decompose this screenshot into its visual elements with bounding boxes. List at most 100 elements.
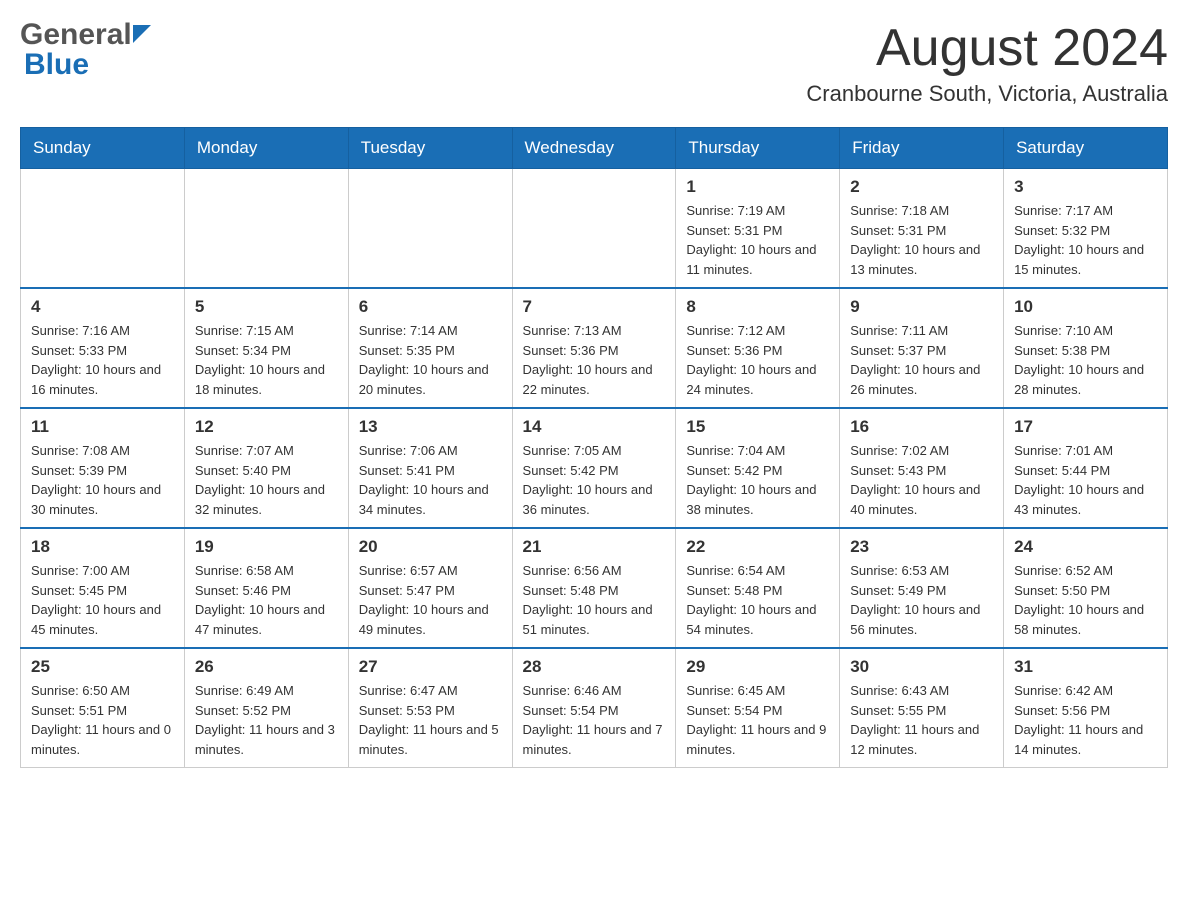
- day-number: 12: [195, 417, 338, 437]
- day-info: Sunrise: 7:11 AM Sunset: 5:37 PM Dayligh…: [850, 321, 993, 399]
- day-number: 4: [31, 297, 174, 317]
- day-number: 1: [686, 177, 829, 197]
- table-row: 29 Sunrise: 6:45 AM Sunset: 5:54 PM Dayli…: [676, 648, 840, 768]
- day-info: Sunrise: 7:15 AM Sunset: 5:34 PM Dayligh…: [195, 321, 338, 399]
- header-wednesday: Wednesday: [512, 128, 676, 169]
- day-number: 15: [686, 417, 829, 437]
- table-row: 11Sunrise: 7:08 AM Sunset: 5:39 PM Dayli…: [21, 408, 185, 528]
- day-number: 16: [850, 417, 993, 437]
- day-number: 22: [686, 537, 829, 557]
- calendar-week-row: 11Sunrise: 7:08 AM Sunset: 5:39 PM Dayli…: [21, 408, 1168, 528]
- day-number: 7: [523, 297, 666, 317]
- table-row: 3 Sunrise: 7:17 AM Sunset: 5:32 PM Daylig…: [1004, 169, 1168, 289]
- day-number: 31: [1014, 657, 1157, 677]
- table-row: 8 Sunrise: 7:12 AM Sunset: 5:36 PM Daylig…: [676, 288, 840, 408]
- table-row: 28 Sunrise: 6:46 AM Sunset: 5:54 PM Dayli…: [512, 648, 676, 768]
- table-row: 2 Sunrise: 7:18 AM Sunset: 5:31 PM Daylig…: [840, 169, 1004, 289]
- day-info: Sunrise: 7:12 AM Sunset: 5:36 PM Dayligh…: [686, 321, 829, 399]
- day-number: 23: [850, 537, 993, 557]
- day-info: Sunrise: 7:14 AM Sunset: 5:35 PM Dayligh…: [359, 321, 502, 399]
- table-row: 12 Sunrise: 7:07 AM Sunset: 5:40 PM Dayli…: [184, 408, 348, 528]
- calendar-week-row: 18 Sunrise: 7:00 AM Sunset: 5:45 PM Dayli…: [21, 528, 1168, 648]
- table-row: 15 Sunrise: 7:04 AM Sunset: 5:42 PM Dayli…: [676, 408, 840, 528]
- day-info: Sunrise: 6:45 AM Sunset: 5:54 PM Dayligh…: [686, 681, 829, 759]
- table-row: 6 Sunrise: 7:14 AM Sunset: 5:35 PM Daylig…: [348, 288, 512, 408]
- calendar-week-row: 25 Sunrise: 6:50 AM Sunset: 5:51 PM Dayli…: [21, 648, 1168, 768]
- day-number: 20: [359, 537, 502, 557]
- day-number: 25: [31, 657, 174, 677]
- day-info: Sunrise: 7:17 AM Sunset: 5:32 PM Dayligh…: [1014, 201, 1157, 279]
- day-number: 29: [686, 657, 829, 677]
- table-row: 17Sunrise: 7:01 AM Sunset: 5:44 PM Dayli…: [1004, 408, 1168, 528]
- table-row: 24 Sunrise: 6:52 AM Sunset: 5:50 PM Dayli…: [1004, 528, 1168, 648]
- day-info: Sunrise: 7:00 AM Sunset: 5:45 PM Dayligh…: [31, 561, 174, 639]
- table-row: [512, 169, 676, 289]
- day-number: 2: [850, 177, 993, 197]
- header-monday: Monday: [184, 128, 348, 169]
- day-number: 11: [31, 417, 174, 437]
- table-row: 21Sunrise: 6:56 AM Sunset: 5:48 PM Dayli…: [512, 528, 676, 648]
- table-row: 16 Sunrise: 7:02 AM Sunset: 5:43 PM Dayli…: [840, 408, 1004, 528]
- day-info: Sunrise: 6:50 AM Sunset: 5:51 PM Dayligh…: [31, 681, 174, 759]
- table-row: 26 Sunrise: 6:49 AM Sunset: 5:52 PM Dayli…: [184, 648, 348, 768]
- day-number: 10: [1014, 297, 1157, 317]
- day-number: 26: [195, 657, 338, 677]
- day-info: Sunrise: 6:46 AM Sunset: 5:54 PM Dayligh…: [523, 681, 666, 759]
- day-info: Sunrise: 6:43 AM Sunset: 5:55 PM Dayligh…: [850, 681, 993, 759]
- day-info: Sunrise: 6:42 AM Sunset: 5:56 PM Dayligh…: [1014, 681, 1157, 759]
- day-info: Sunrise: 6:49 AM Sunset: 5:52 PM Dayligh…: [195, 681, 338, 759]
- day-number: 30: [850, 657, 993, 677]
- day-number: 3: [1014, 177, 1157, 197]
- day-info: Sunrise: 6:52 AM Sunset: 5:50 PM Dayligh…: [1014, 561, 1157, 639]
- title-section: August 2024 Cranbourne South, Victoria, …: [806, 20, 1168, 107]
- day-info: Sunrise: 7:02 AM Sunset: 5:43 PM Dayligh…: [850, 441, 993, 519]
- calendar-table: Sunday Monday Tuesday Wednesday Thursday…: [20, 127, 1168, 768]
- table-row: 18 Sunrise: 7:00 AM Sunset: 5:45 PM Dayli…: [21, 528, 185, 648]
- table-row: 7Sunrise: 7:13 AM Sunset: 5:36 PM Daylig…: [512, 288, 676, 408]
- logo-arrow-icon: [133, 25, 151, 47]
- header-friday: Friday: [840, 128, 1004, 169]
- day-info: Sunrise: 7:16 AM Sunset: 5:33 PM Dayligh…: [31, 321, 174, 399]
- calendar-week-row: 4 Sunrise: 7:16 AM Sunset: 5:33 PM Daylig…: [21, 288, 1168, 408]
- day-info: Sunrise: 6:58 AM Sunset: 5:46 PM Dayligh…: [195, 561, 338, 639]
- calendar-week-row: 1Sunrise: 7:19 AM Sunset: 5:31 PM Daylig…: [21, 169, 1168, 289]
- logo-blue-text: Blue: [24, 50, 89, 80]
- day-info: Sunrise: 6:53 AM Sunset: 5:49 PM Dayligh…: [850, 561, 993, 639]
- day-info: Sunrise: 7:04 AM Sunset: 5:42 PM Dayligh…: [686, 441, 829, 519]
- day-number: 6: [359, 297, 502, 317]
- calendar-header-row: Sunday Monday Tuesday Wednesday Thursday…: [21, 128, 1168, 169]
- table-row: 10Sunrise: 7:10 AM Sunset: 5:38 PM Dayli…: [1004, 288, 1168, 408]
- table-row: 25 Sunrise: 6:50 AM Sunset: 5:51 PM Dayli…: [21, 648, 185, 768]
- day-number: 5: [195, 297, 338, 317]
- day-info: Sunrise: 7:06 AM Sunset: 5:41 PM Dayligh…: [359, 441, 502, 519]
- table-row: 1Sunrise: 7:19 AM Sunset: 5:31 PM Daylig…: [676, 169, 840, 289]
- table-row: 22Sunrise: 6:54 AM Sunset: 5:48 PM Dayli…: [676, 528, 840, 648]
- day-number: 18: [31, 537, 174, 557]
- day-number: 9: [850, 297, 993, 317]
- day-info: Sunrise: 7:05 AM Sunset: 5:42 PM Dayligh…: [523, 441, 666, 519]
- table-row: 23 Sunrise: 6:53 AM Sunset: 5:49 PM Dayli…: [840, 528, 1004, 648]
- table-row: 19Sunrise: 6:58 AM Sunset: 5:46 PM Dayli…: [184, 528, 348, 648]
- day-number: 24: [1014, 537, 1157, 557]
- table-row: 5 Sunrise: 7:15 AM Sunset: 5:34 PM Daylig…: [184, 288, 348, 408]
- day-number: 17: [1014, 417, 1157, 437]
- day-number: 27: [359, 657, 502, 677]
- day-number: 13: [359, 417, 502, 437]
- day-info: Sunrise: 7:07 AM Sunset: 5:40 PM Dayligh…: [195, 441, 338, 519]
- day-info: Sunrise: 7:18 AM Sunset: 5:31 PM Dayligh…: [850, 201, 993, 279]
- header-sunday: Sunday: [21, 128, 185, 169]
- day-info: Sunrise: 6:57 AM Sunset: 5:47 PM Dayligh…: [359, 561, 502, 639]
- table-row: [184, 169, 348, 289]
- month-year-title: August 2024: [806, 20, 1168, 77]
- table-row: 9 Sunrise: 7:11 AM Sunset: 5:37 PM Daylig…: [840, 288, 1004, 408]
- table-row: [348, 169, 512, 289]
- location-title: Cranbourne South, Victoria, Australia: [806, 81, 1168, 107]
- header-thursday: Thursday: [676, 128, 840, 169]
- table-row: [21, 169, 185, 289]
- page-header: General Blue August 2024 Cranbourne Sout…: [20, 20, 1168, 107]
- day-number: 8: [686, 297, 829, 317]
- table-row: 20 Sunrise: 6:57 AM Sunset: 5:47 PM Dayli…: [348, 528, 512, 648]
- table-row: 14Sunrise: 7:05 AM Sunset: 5:42 PM Dayli…: [512, 408, 676, 528]
- logo: General Blue: [20, 20, 151, 80]
- day-number: 28: [523, 657, 666, 677]
